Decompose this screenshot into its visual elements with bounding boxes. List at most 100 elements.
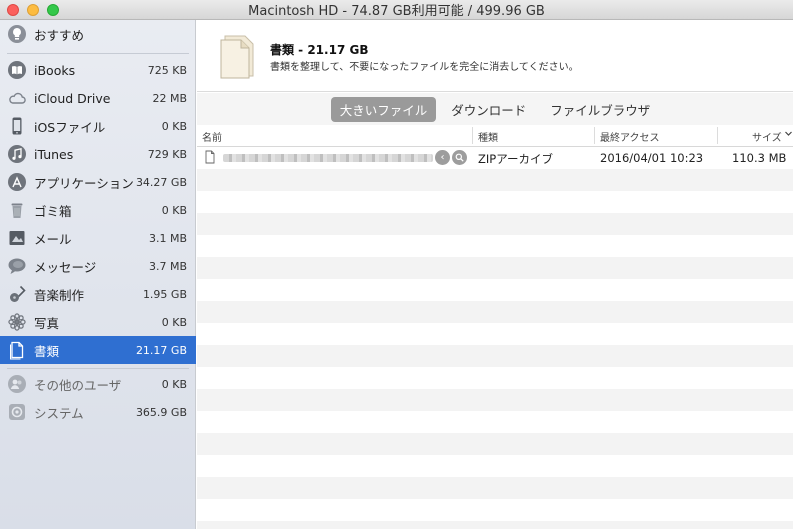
sidebar-item-size: 22 MB	[152, 91, 187, 105]
sidebar-item-label: メッセージ	[34, 259, 97, 275]
column-header-last-access[interactable]: 最終アクセス	[600, 129, 660, 144]
column-divider[interactable]	[472, 127, 473, 144]
sidebar-item-label: 書類	[34, 343, 60, 359]
sidebar-item-size: 0 KB	[161, 119, 187, 133]
documents-folder-icon	[217, 32, 257, 83]
sidebar-item-label: iBooks	[34, 62, 76, 78]
empty-row	[197, 367, 793, 389]
sidebar-item-label: iTunes	[34, 146, 74, 162]
table-header: 名前 種類 最終アクセス サイズ	[197, 125, 793, 147]
music-note-icon	[7, 144, 27, 164]
remove-from-list-icon[interactable]: ‹	[435, 150, 450, 165]
column-header-name[interactable]: 名前	[202, 129, 222, 144]
empty-row	[197, 433, 793, 455]
sidebar-divider	[7, 368, 189, 369]
phone-icon	[7, 116, 27, 136]
sidebar-item-label: メール	[34, 231, 72, 247]
empty-row	[197, 499, 793, 521]
sidebar-item-label: iCloud Drive	[34, 90, 111, 106]
minimize-window-button[interactable]	[27, 4, 39, 16]
users-icon	[7, 374, 27, 394]
sidebar-item-label: iOSファイル	[34, 119, 106, 135]
reveal-in-finder-icon[interactable]	[452, 150, 467, 165]
sidebar-item-size: 3.7 MB	[148, 259, 187, 273]
sidebar-item-music-creation[interactable]: 音楽制作 1.95 GB	[0, 280, 196, 308]
tab-downloads[interactable]: ダウンロード	[442, 97, 535, 122]
column-header-size[interactable]: サイズ	[752, 129, 782, 144]
empty-row	[197, 213, 793, 235]
lightbulb-icon	[7, 24, 27, 44]
system-gear-icon	[7, 402, 27, 422]
sidebar-item-system[interactable]: システム 365.9 GB	[0, 398, 196, 426]
page-title: 書類 - 21.17 GB	[270, 43, 369, 57]
sidebar-item-ios-files[interactable]: iOSファイル 0 KB	[0, 112, 196, 140]
table-row[interactable]: ‹ ZIPアーカイブ 2016/04/01 10:23 110.3 MB	[197, 147, 793, 169]
sidebar-item-label: アプリケーション	[34, 175, 134, 191]
file-size: 110.3 MB	[732, 151, 787, 165]
sidebar-item-label: 音楽制作	[34, 287, 85, 303]
close-window-button[interactable]	[7, 4, 19, 16]
empty-row	[197, 191, 793, 213]
table-rows: ‹ ZIPアーカイブ 2016/04/01 10:23 110.3 MB	[197, 147, 793, 529]
sidebar-item-ibooks[interactable]: iBooks 725 KB	[0, 56, 196, 84]
sidebar-item-documents[interactable]: 書類 21.17 GB	[0, 336, 196, 364]
sidebar-item-messages[interactable]: メッセージ 3.7 MB	[0, 252, 196, 280]
sort-descending-icon[interactable]	[785, 129, 792, 140]
sidebar-item-size: 21.17 GB	[135, 343, 187, 357]
photos-flower-icon	[7, 312, 27, 332]
sidebar-item-size: 3.1 MB	[148, 231, 187, 245]
sidebar-item-size: 0 KB	[161, 203, 187, 217]
content-header: 書類 - 21.17 GB 書類を整理して、不要になったファイルを完全に消去して…	[197, 20, 793, 92]
trash-icon	[7, 200, 27, 220]
disk-manager-window: Macintosh HD - 74.87 GB利用可能 / 499.96 GB …	[0, 0, 793, 529]
mail-icon	[7, 228, 27, 248]
sidebar-item-size: 365.9 GB	[135, 405, 187, 419]
sidebar: おすすめ iBooks 725 KB iCloud Drive 22 MB iO…	[0, 20, 196, 529]
empty-row	[197, 521, 793, 529]
empty-row	[197, 235, 793, 257]
sidebar-item-applications[interactable]: アプリケーション 34.27 GB	[0, 168, 196, 196]
sidebar-item-other-users[interactable]: その他のユーザ 0 KB	[0, 370, 196, 398]
sidebar-item-label: 写真	[34, 315, 60, 331]
sidebar-item-size: 34.27 GB	[135, 175, 187, 189]
file-last-access: 2016/04/01 10:23	[600, 151, 704, 165]
empty-row	[197, 169, 793, 191]
column-divider[interactable]	[594, 127, 595, 144]
sidebar-item-trash[interactable]: ゴミ箱 0 KB	[0, 196, 196, 224]
sidebar-item-size: 0 KB	[161, 377, 187, 391]
tab-large-files[interactable]: 大きいファイル	[330, 96, 437, 122]
title-bar: Macintosh HD - 74.87 GB利用可能 / 499.96 GB	[0, 0, 793, 20]
sidebar-item-size: 1.95 GB	[142, 287, 187, 301]
file-table: 名前 種類 最終アクセス サイズ ‹ ZIPアーカイブ 2016/04/01 1…	[197, 125, 793, 529]
empty-row	[197, 257, 793, 279]
file-icon	[205, 150, 215, 167]
empty-row	[197, 411, 793, 433]
sidebar-item-label: その他のユーザ	[34, 377, 122, 393]
empty-row	[197, 323, 793, 345]
empty-row	[197, 345, 793, 367]
sidebar-item-size: 725 KB	[147, 63, 187, 77]
sidebar-item-label: おすすめ	[34, 27, 85, 43]
column-header-kind[interactable]: 種類	[478, 129, 498, 144]
cloud-icon	[7, 88, 27, 108]
zoom-window-button[interactable]	[47, 4, 59, 16]
view-tabs: 大きいファイル ダウンロード ファイルブラウザ	[197, 93, 793, 125]
sidebar-item-photos[interactable]: 写真 0 KB	[0, 308, 196, 336]
app-store-icon	[7, 172, 27, 192]
sidebar-item-mail[interactable]: メール 3.1 MB	[0, 224, 196, 252]
file-kind: ZIPアーカイブ	[478, 152, 554, 166]
window-controls	[7, 4, 59, 16]
sidebar-item-icloud-drive[interactable]: iCloud Drive 22 MB	[0, 84, 196, 112]
book-icon	[7, 60, 27, 80]
window-title: Macintosh HD - 74.87 GB利用可能 / 499.96 GB	[248, 4, 545, 19]
sidebar-item-itunes[interactable]: iTunes 729 KB	[0, 140, 196, 168]
empty-row	[197, 301, 793, 323]
column-divider[interactable]	[717, 127, 718, 144]
page-description: 書類を整理して、不要になったファイルを完全に消去してください。	[270, 62, 579, 73]
sidebar-item-label: システム	[34, 405, 84, 421]
guitar-icon	[7, 284, 27, 304]
sidebar-item-label: ゴミ箱	[34, 203, 72, 219]
tab-file-browser[interactable]: ファイルブラウザ	[541, 97, 659, 122]
message-bubble-icon	[7, 256, 27, 276]
sidebar-item-recommendations[interactable]: おすすめ	[0, 20, 196, 48]
